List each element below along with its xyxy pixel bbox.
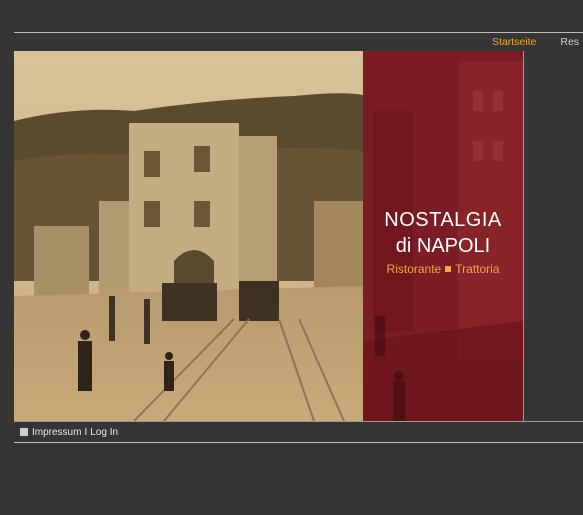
nav-item-res[interactable]: Res <box>560 36 579 48</box>
logo-subtitle-ristorante: Ristorante <box>386 262 442 276</box>
top-navigation: Startseite Res <box>492 36 583 48</box>
content-frame <box>523 51 583 421</box>
footer-links: Impressum I Log In <box>20 427 118 438</box>
banner-bottom-divider <box>14 421 583 422</box>
footer-separator: I <box>84 427 88 438</box>
nav-item-startseite[interactable]: Startseite <box>492 36 536 48</box>
bottom-divider <box>14 442 583 443</box>
logo-subtitle: Ristorante Trattoria <box>363 262 523 276</box>
square-bullet-icon <box>445 266 452 272</box>
vintage-street-photo <box>14 51 363 421</box>
header-banner: NOSTALGIA di NAPOLI Ristorante Trattoria <box>14 51 523 421</box>
login-link[interactable]: Log In <box>90 427 118 438</box>
impressum-link[interactable]: Impressum <box>32 427 81 438</box>
logo-title-line1: NOSTALGIA <box>384 209 502 231</box>
restaurant-logo: NOSTALGIA di NAPOLI Ristorante Trattoria <box>363 209 523 276</box>
logo-subtitle-trattoria: Trattoria <box>455 262 500 276</box>
top-divider <box>14 32 583 33</box>
logo-title-line2: di NAPOLI <box>395 235 491 257</box>
square-bullet-icon <box>20 428 28 436</box>
